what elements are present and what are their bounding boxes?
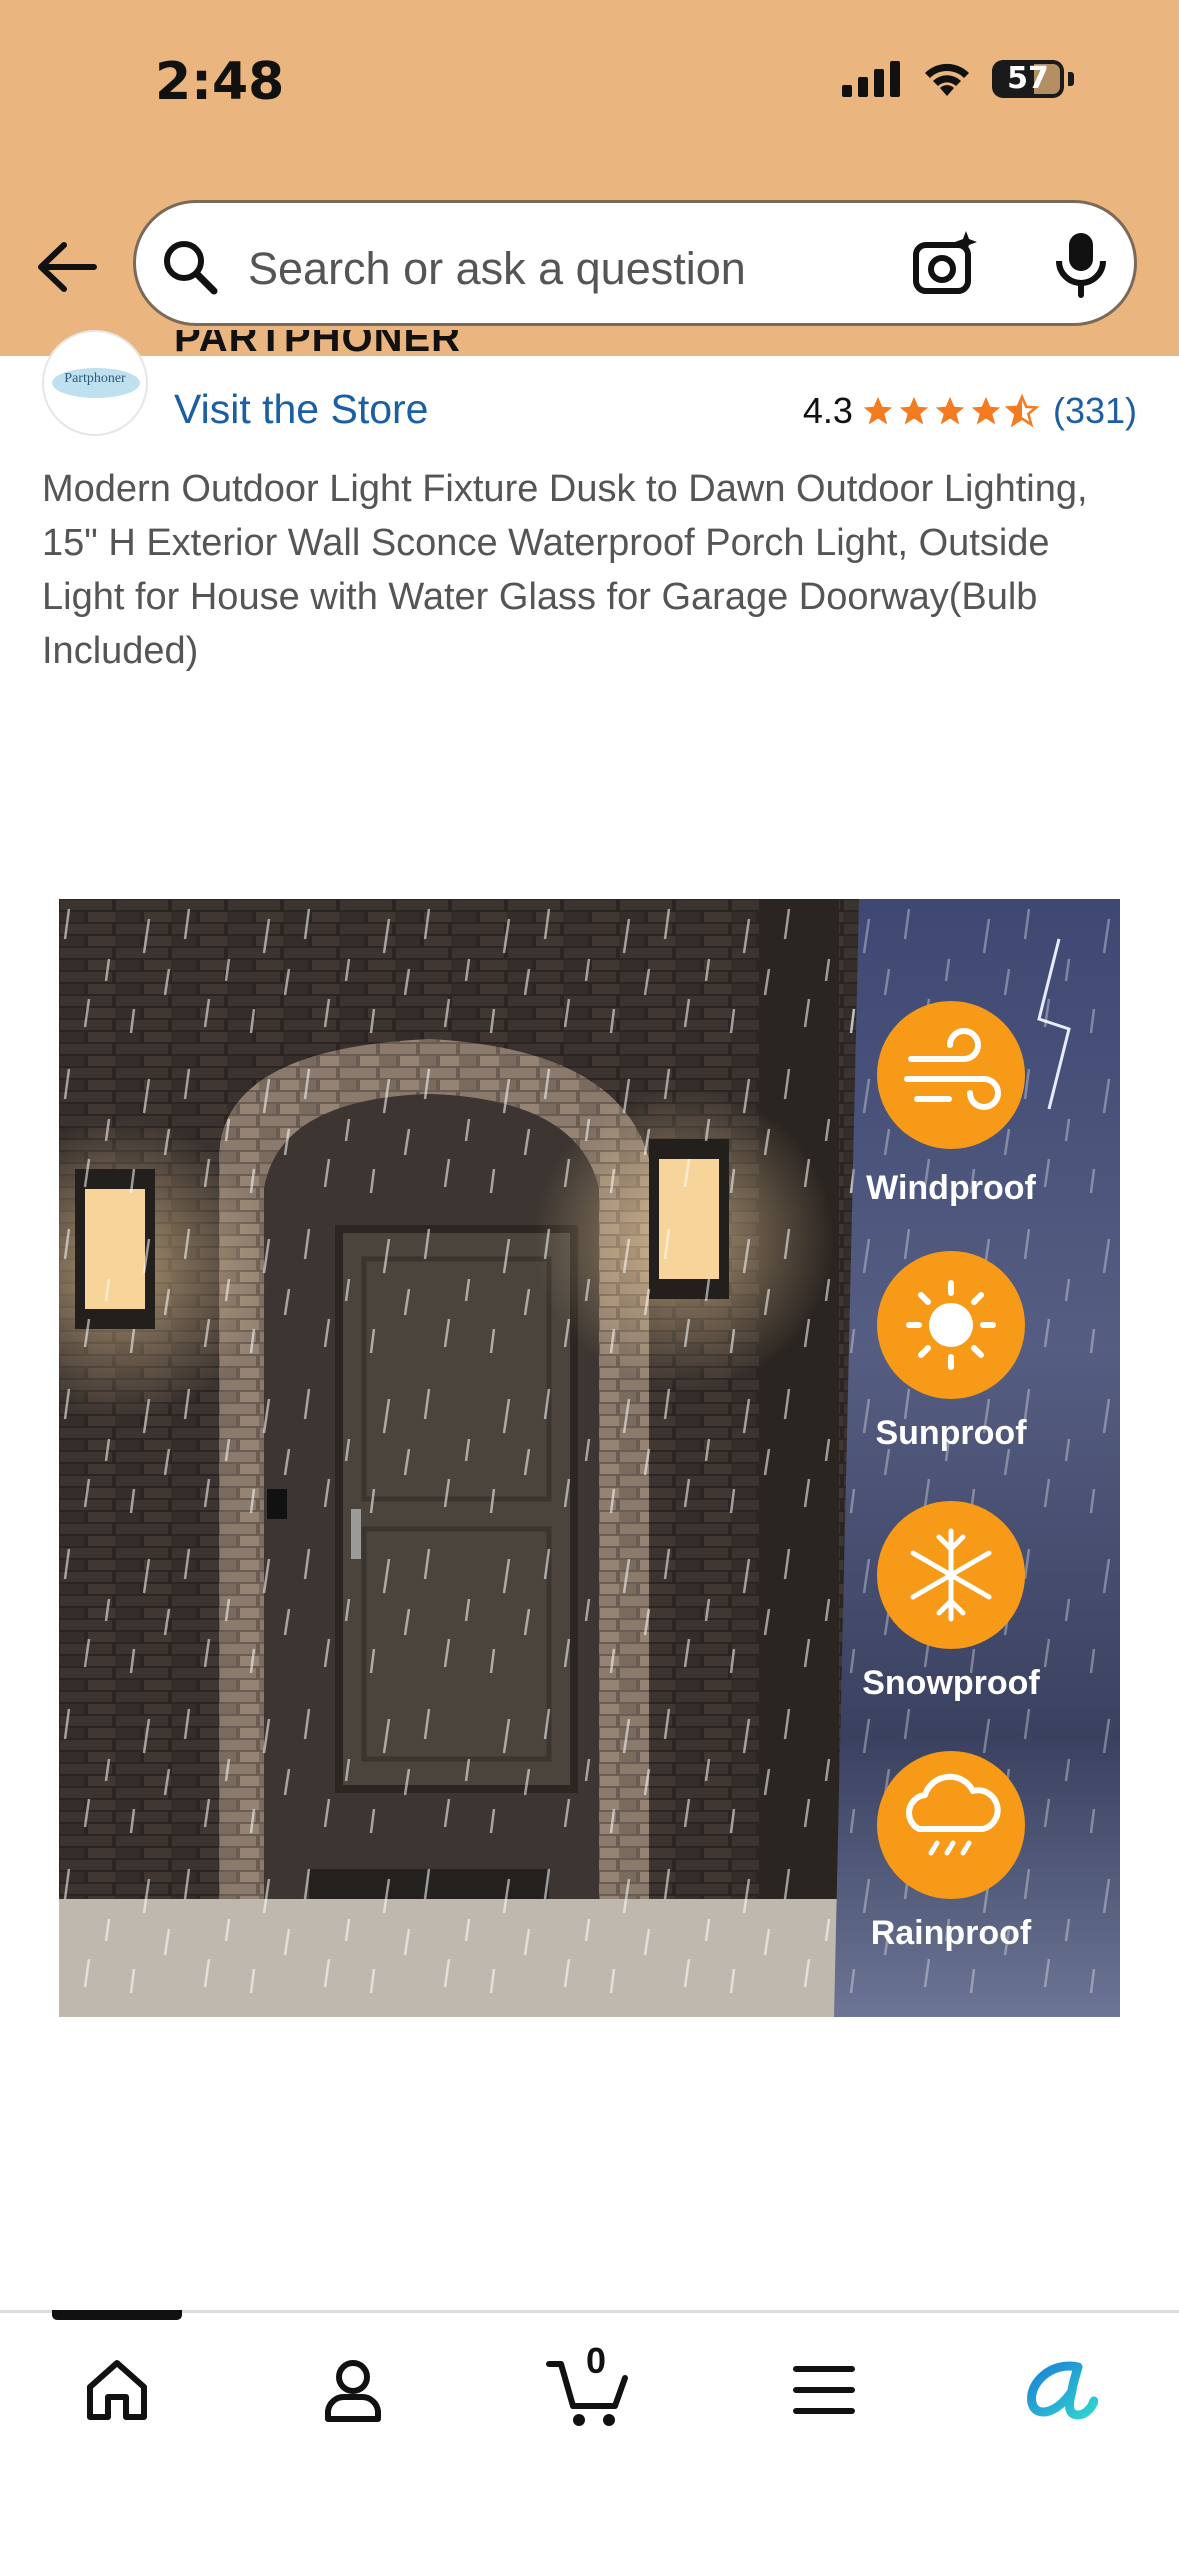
feature-rainproof: Rainproof [871, 1751, 1032, 1952]
star-rating [861, 394, 1039, 428]
rating-count[interactable]: (331) [1053, 390, 1137, 432]
star-icon [935, 396, 965, 425]
store-logo-text: Partphoner [64, 371, 126, 386]
feature-label: Snowproof [862, 1664, 1040, 1702]
rufus-icon [1027, 2361, 1098, 2420]
star-icon [971, 396, 1001, 425]
star-icon [863, 396, 893, 425]
back-arrow-icon [38, 242, 97, 292]
nav-account[interactable] [303, 2340, 403, 2440]
nav-active-indicator [52, 2310, 182, 2320]
rating-value: 4.3 [802, 390, 853, 431]
cart-count: 0 [586, 2340, 607, 2381]
feature-label: Windproof [866, 1169, 1036, 1207]
nav-home[interactable] [67, 2340, 167, 2440]
nav-menu[interactable] [774, 2340, 874, 2440]
status-time: 2:48 [155, 52, 285, 112]
star-icon [899, 396, 929, 425]
menu-icon [793, 2366, 855, 2414]
half-star-icon [1004, 394, 1039, 428]
battery-icon: 57 [992, 60, 1064, 98]
home-icon [87, 2360, 147, 2420]
back-button[interactable] [32, 232, 102, 302]
product-image[interactable]: Windproof Sunproof Snowproof Rainproof [59, 899, 1120, 2017]
battery-level: 57 [1007, 61, 1049, 96]
search-input[interactable]: Search or ask a question [248, 243, 746, 295]
microphone-icon[interactable] [1051, 229, 1111, 299]
feature-sunproof: Sunproof [875, 1251, 1027, 1452]
camera-search-icon[interactable] [910, 229, 980, 299]
store-logo[interactable]: Partphoner [42, 330, 148, 436]
account-icon [325, 2360, 381, 2422]
feature-label: Sunproof [875, 1414, 1027, 1452]
feature-label: Rainproof [871, 1914, 1032, 1952]
product-title: Modern Outdoor Light Fixture Dusk to Daw… [42, 468, 1088, 672]
signal-icon [842, 61, 900, 97]
nav-rufus[interactable] [1010, 2340, 1110, 2440]
wifi-icon [925, 63, 969, 96]
rating-summary[interactable]: 4.3 (331) [803, 390, 1137, 432]
visit-store-link[interactable]: Visit the Store [174, 386, 429, 433]
status-icons: 57 [842, 60, 1074, 98]
search-bar[interactable]: Search or ask a question [133, 200, 1137, 326]
brand-name: PARTPHONER [174, 330, 462, 360]
feature-windproof: Windproof [866, 1001, 1036, 1207]
search-icon [164, 241, 218, 295]
